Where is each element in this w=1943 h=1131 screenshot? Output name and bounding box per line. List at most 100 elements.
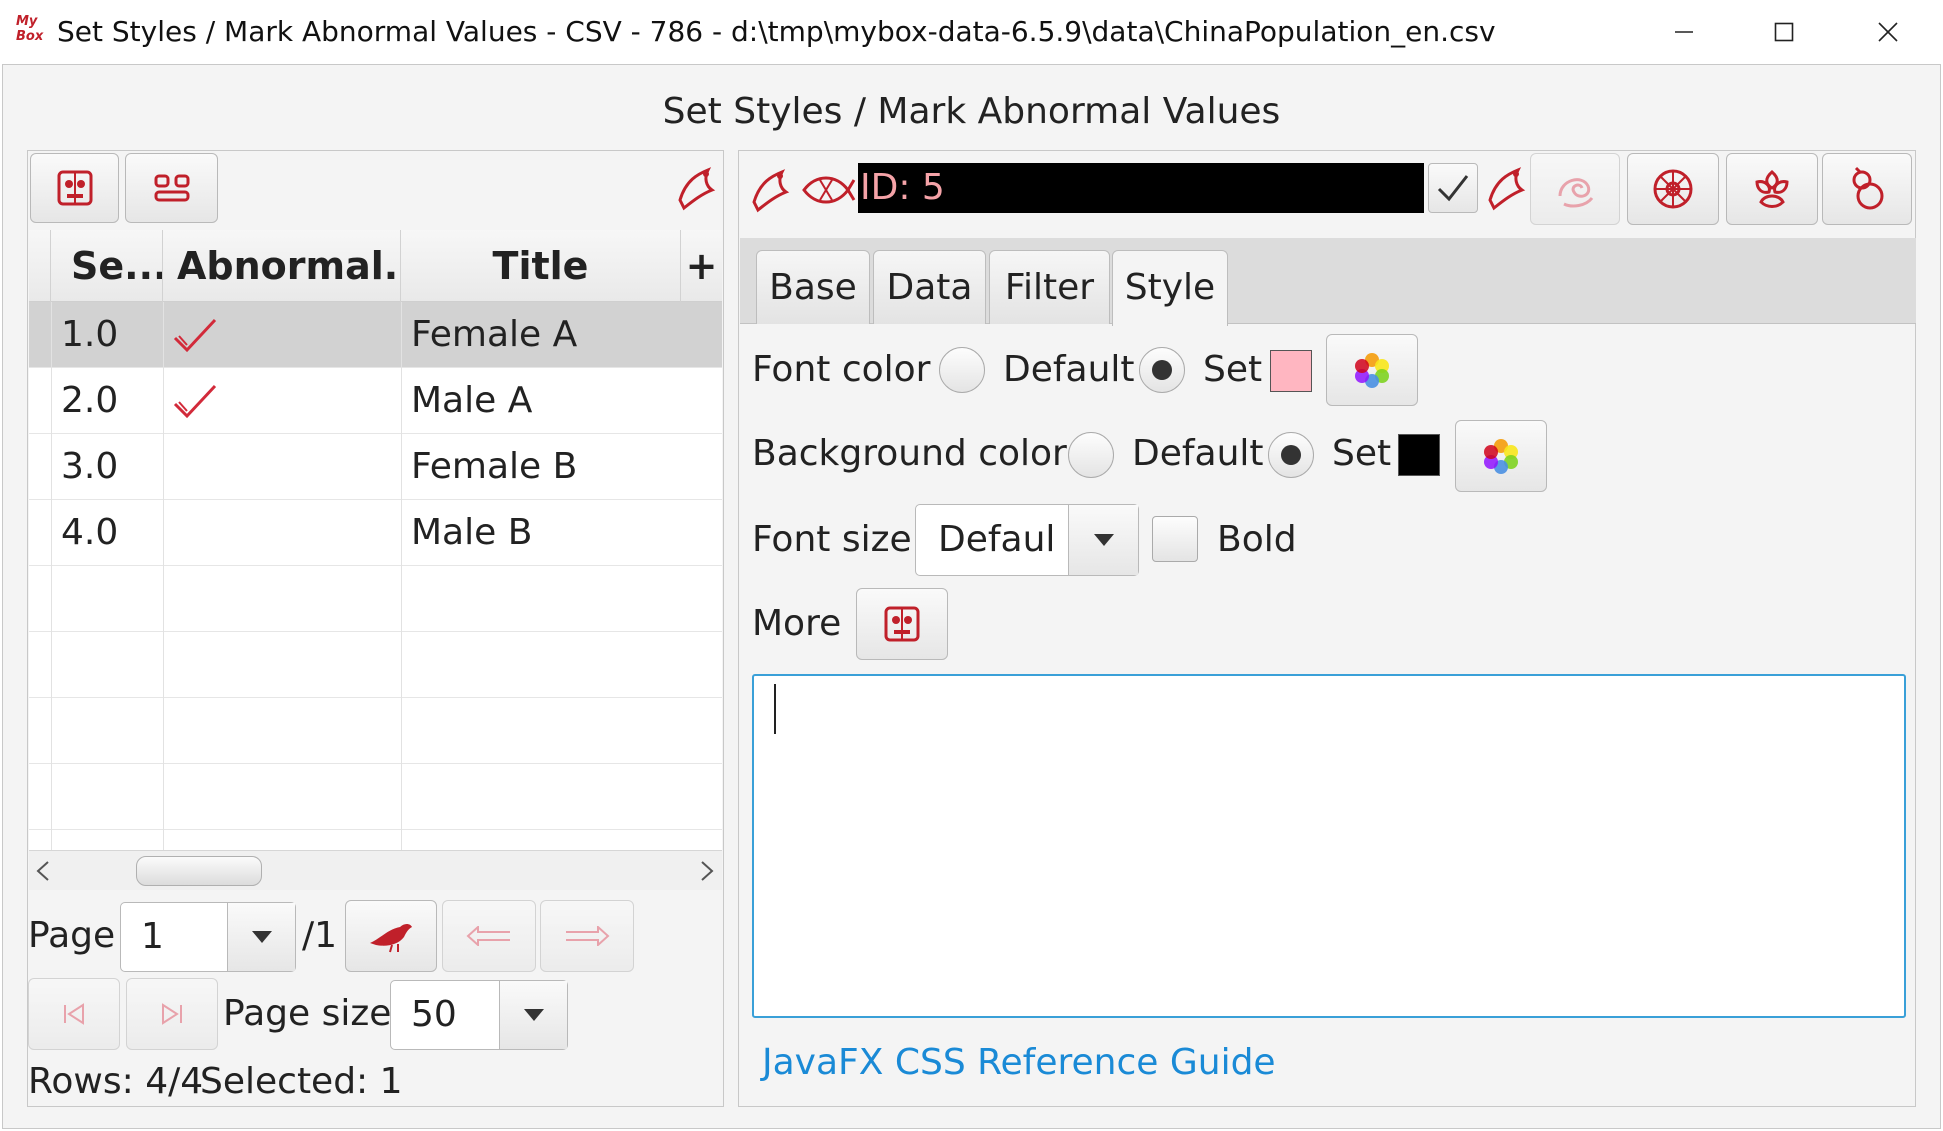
flower-icon — [1755, 170, 1789, 208]
chevron-down-icon — [523, 1009, 544, 1021]
window-title: Set Styles / Mark Abnormal Values - CSV … — [57, 15, 1496, 48]
css-textarea[interactable] — [752, 674, 1906, 1018]
tab-base[interactable]: Base — [756, 250, 870, 324]
font-color-swatch[interactable] — [1270, 350, 1312, 392]
minimize-icon — [1675, 31, 1693, 33]
page-label: Page — [28, 915, 116, 956]
font-color-default-label[interactable]: Default — [1003, 346, 1135, 394]
table-row — [29, 632, 722, 698]
page-combo[interactable]: 1 — [120, 902, 296, 972]
check-icon — [1437, 175, 1469, 202]
rows-count: Rows: 4/4 — [28, 1061, 204, 1102]
scroll-right-icon[interactable] — [698, 860, 716, 882]
column-divider — [51, 302, 52, 850]
header-corner — [29, 230, 51, 302]
phoenix-icon[interactable] — [1482, 160, 1528, 216]
arrow-right-icon — [566, 926, 610, 946]
page-size-value[interactable]: 50 — [411, 991, 457, 1039]
font-color-set-radio[interactable] — [1139, 347, 1185, 393]
table-row[interactable] — [29, 434, 722, 500]
font-color-set-label[interactable]: Set — [1203, 346, 1262, 394]
background-color-picker-button[interactable] — [1455, 420, 1547, 492]
cell-title: Female A — [411, 314, 578, 355]
column-header-abnormal[interactable]: Abnormal... — [163, 230, 401, 302]
table-row[interactable] — [29, 500, 722, 566]
abnormal-check-icon — [173, 318, 217, 353]
font-size-combo[interactable]: Defaul — [915, 504, 1139, 576]
table-row[interactable] — [29, 302, 722, 368]
page-dropdown-button[interactable] — [227, 903, 295, 971]
bronze-mask-icon — [57, 170, 92, 206]
table-row — [29, 566, 722, 632]
close-editor-button[interactable] — [1822, 153, 1912, 225]
recover-button[interactable] — [1627, 153, 1719, 225]
background-default-radio[interactable] — [1068, 432, 1114, 478]
first-page-icon — [64, 1003, 84, 1025]
table-row[interactable] — [29, 368, 722, 434]
tab-style[interactable]: Style — [1112, 250, 1228, 326]
font-size-dropdown-button[interactable] — [1068, 505, 1138, 575]
id-field[interactable]: ID: 5 — [858, 163, 1424, 213]
phoenix-icon[interactable] — [672, 160, 718, 216]
bold-label[interactable]: Bold — [1217, 516, 1297, 564]
horizontal-scrollbar[interactable] — [29, 850, 722, 890]
menu-button[interactable] — [30, 153, 119, 223]
background-color-label: Background color — [752, 433, 1067, 474]
next-page-button[interactable] — [540, 900, 634, 972]
bold-checkbox[interactable] — [1152, 516, 1198, 562]
page-size-combo[interactable]: 50 — [390, 980, 568, 1050]
bronze-mask-icon — [884, 606, 920, 642]
swirl-icon — [1558, 178, 1594, 208]
background-set-radio[interactable] — [1268, 432, 1314, 478]
operations-button[interactable] — [125, 153, 218, 223]
background-set-label[interactable]: Set — [1332, 430, 1391, 478]
id-confirm-checkbox[interactable] — [1428, 163, 1478, 213]
first-page-button[interactable] — [28, 978, 120, 1050]
add-column-button[interactable]: + — [681, 230, 722, 302]
page-value[interactable]: 1 — [141, 913, 164, 961]
gourd-icon — [1852, 166, 1884, 210]
color-palette-icon — [1355, 353, 1389, 388]
page-size-label: Page size — [223, 993, 392, 1034]
clear-button[interactable] — [1530, 153, 1620, 225]
arrow-left-icon — [466, 926, 510, 946]
scroll-left-icon[interactable] — [34, 860, 52, 882]
chevron-down-icon — [251, 931, 272, 943]
column-header-seq[interactable]: Se... — [51, 230, 163, 302]
column-header-title[interactable]: Title — [401, 230, 681, 302]
font-color-picker-button[interactable] — [1326, 334, 1418, 406]
cell-title: Male A — [411, 380, 533, 421]
page-heading: Set Styles / Mark Abnormal Values — [662, 91, 1281, 132]
phoenix-icon[interactable] — [746, 162, 792, 218]
minimize-button[interactable] — [1634, 0, 1734, 64]
fish-icon[interactable] — [800, 168, 856, 212]
pattern-icon — [154, 174, 189, 202]
tab-filter[interactable]: Filter — [989, 250, 1110, 324]
column-divider — [163, 302, 164, 850]
lotus-wheel-icon — [1653, 169, 1693, 209]
last-page-icon — [162, 1003, 182, 1025]
column-divider — [401, 302, 402, 850]
close-button[interactable] — [1838, 0, 1938, 64]
background-default-label[interactable]: Default — [1132, 430, 1264, 478]
text-caret — [774, 684, 776, 734]
page-size-dropdown-button[interactable] — [499, 981, 567, 1049]
tab-data[interactable]: Data — [873, 250, 986, 324]
font-color-label: Font color — [752, 349, 931, 390]
cell-seq: 1.0 — [61, 314, 119, 355]
background-color-swatch[interactable] — [1398, 434, 1440, 476]
previous-page-button[interactable] — [442, 900, 536, 972]
cell-seq: 2.0 — [61, 380, 119, 421]
css-reference-link[interactable]: JavaFX CSS Reference Guide — [762, 1038, 1276, 1088]
more-button[interactable] — [856, 588, 948, 660]
maximize-button[interactable] — [1734, 0, 1834, 64]
go-page-button[interactable] — [345, 900, 437, 972]
more-label: More — [752, 603, 842, 644]
last-page-button[interactable] — [126, 978, 218, 1050]
cell-title: Male B — [411, 512, 533, 553]
scrollbar-thumb[interactable] — [136, 856, 262, 886]
font-color-default-radio[interactable] — [939, 347, 985, 393]
font-size-label: Font size — [752, 519, 912, 560]
save-button[interactable] — [1726, 153, 1818, 225]
font-size-value[interactable]: Defaul — [938, 516, 1055, 564]
